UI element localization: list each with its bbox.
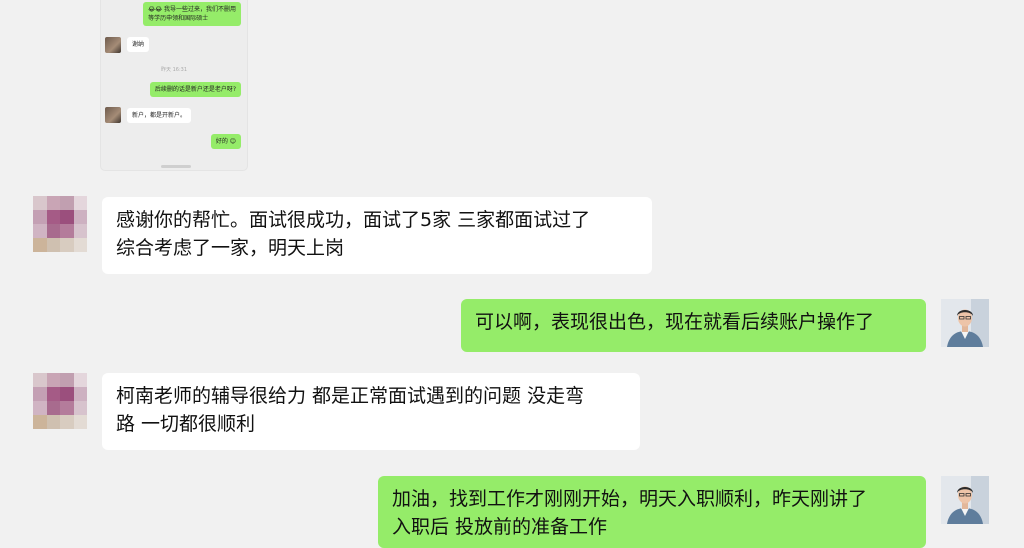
message-bubble-received: 感谢你的帮忙。面试很成功，面试了5家 三家都面试过了 综合考虑了一家，明天上岗 <box>102 197 652 274</box>
mini-message-sent: 😂😂 我导一些过来，我们不删用 等学历申领和国际硕士 <box>143 2 241 26</box>
contact-avatar[interactable] <box>33 196 87 252</box>
person-photo-icon <box>941 476 989 524</box>
mini-message-sent: 后续删的话是新户还是老户呀? <box>149 82 241 97</box>
mini-message-received: 谢纳 <box>127 37 150 52</box>
user-avatar[interactable] <box>941 299 989 347</box>
mini-message-sent: 好的 😊 <box>210 134 241 149</box>
mini-scrollbar <box>161 165 191 168</box>
embedded-chat-screenshot: 😂😂 我导一些过来，我们不删用 等学历申领和国际硕士 谢纳 昨天 16:31 后… <box>101 0 247 170</box>
person-photo-icon <box>941 299 989 347</box>
message-bubble-sent: 加油，找到工作才刚刚开始，明天入职顺利，昨天刚讲了 入职后 投放前的准备工作 <box>378 476 926 548</box>
message-bubble-received: 柯南老师的辅导很给力 都是正常面试遇到的问题 没走弯 路 一切都很顺利 <box>102 373 640 450</box>
message-bubble-sent: 可以啊，表现很出色，现在就看后续账户操作了 <box>461 299 926 352</box>
mini-message-received: 新户，都是开新户。 <box>127 108 192 123</box>
mini-avatar <box>105 37 121 53</box>
mini-avatar <box>105 107 121 123</box>
mini-timestamp: 昨天 16:31 <box>161 67 187 73</box>
contact-avatar[interactable] <box>33 373 87 429</box>
user-avatar[interactable] <box>941 476 989 524</box>
